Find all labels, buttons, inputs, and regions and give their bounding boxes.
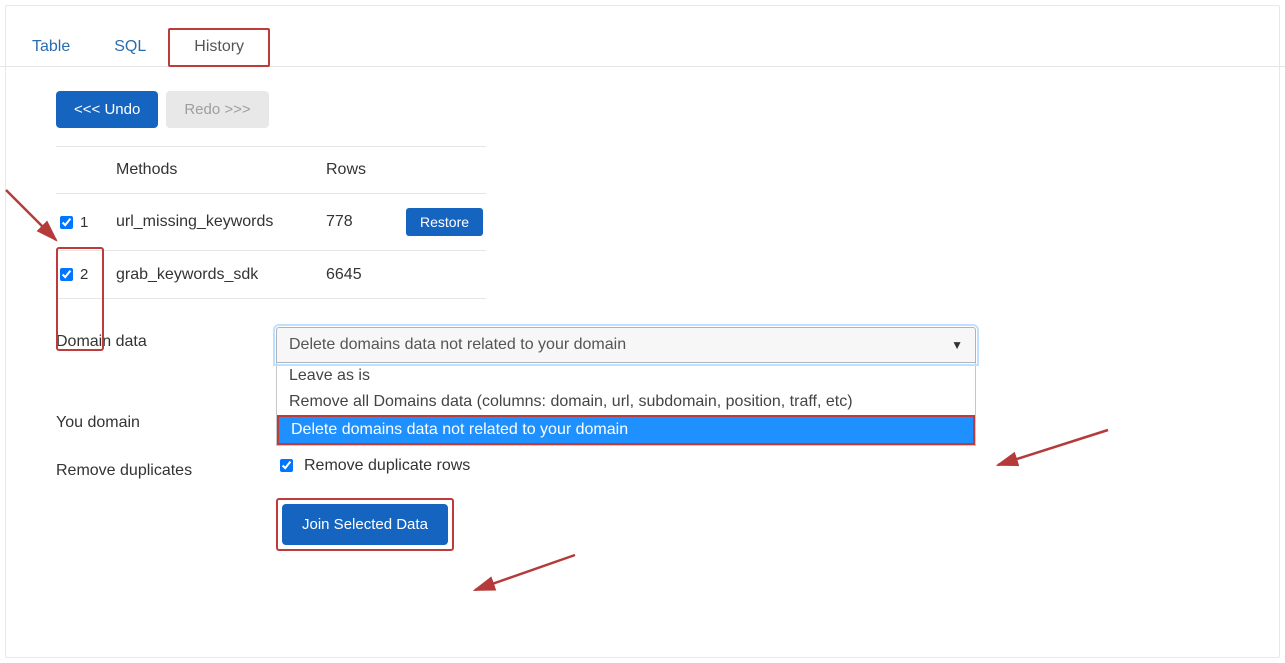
restore-button[interactable]: Restore	[406, 208, 483, 236]
select-option[interactable]: Remove all Domains data (columns: domain…	[277, 389, 975, 415]
row-method: grab_keywords_sdk	[116, 266, 326, 284]
domain-data-select[interactable]: Delete domains data not related to your …	[276, 327, 976, 446]
join-selected-data-button[interactable]: Join Selected Data	[282, 504, 448, 545]
label-your-domain: You domain	[56, 408, 276, 432]
row-index: 1	[80, 214, 88, 231]
select-value: Delete domains data not related to your …	[289, 336, 626, 354]
tab-sql[interactable]: SQL	[92, 28, 168, 66]
col-methods: Methods	[116, 161, 326, 179]
select-option[interactable]: Leave as is	[277, 363, 975, 389]
chevron-down-icon: ▼	[951, 338, 963, 352]
redo-button: Redo >>>	[166, 91, 268, 128]
history-table: Methods Rows 1 url_missing_keywords 778 …	[56, 146, 486, 299]
tabs: Table SQL History	[0, 28, 1285, 67]
row-checkbox-1[interactable]	[60, 216, 73, 229]
remove-duplicates-checkbox[interactable]	[280, 459, 293, 472]
tab-history[interactable]: History	[168, 28, 270, 67]
tab-table[interactable]: Table	[10, 28, 92, 66]
remove-duplicates-text: Remove duplicate rows	[304, 457, 470, 475]
col-rows: Rows	[326, 161, 406, 179]
table-row: 1 url_missing_keywords 778 Restore	[56, 194, 486, 251]
select-options: Leave as is Remove all Domains data (col…	[276, 363, 976, 446]
table-row: 2 grab_keywords_sdk 6645	[56, 251, 486, 299]
select-option-selected[interactable]: Delete domains data not related to your …	[277, 415, 975, 445]
undo-button[interactable]: <<< Undo	[56, 91, 158, 128]
row-method: url_missing_keywords	[116, 213, 326, 231]
row-count: 778	[326, 213, 406, 231]
label-remove-duplicates: Remove duplicates	[56, 456, 276, 480]
row-count: 6645	[326, 266, 406, 284]
